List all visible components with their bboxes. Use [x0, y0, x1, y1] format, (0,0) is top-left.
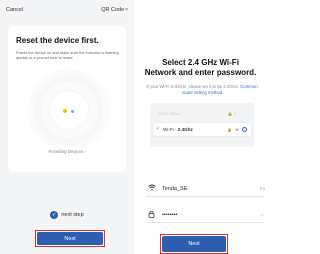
wifi-ssid-value: Tenda_SE	[162, 186, 188, 192]
next-button[interactable]: Next	[162, 236, 226, 252]
chevron-right-icon: ›	[84, 149, 86, 154]
lock-icon	[148, 210, 155, 220]
checkbox-checked-icon[interactable]: ✓	[50, 211, 59, 219]
wifi-5ghz-icons: 🔒 ≋ ⓘ	[227, 111, 242, 116]
indicator-light-icon	[71, 110, 74, 113]
eye-icon[interactable]: ◡	[260, 211, 264, 217]
indicator-light-icon	[63, 109, 67, 113]
resetting-device-illustration	[41, 82, 97, 138]
wifi-setup-screen: Select 2.4 GHz Wi-Fi Network and enter p…	[136, 0, 265, 254]
qr-code-button[interactable]: QR Code⌗	[101, 7, 128, 13]
wifi-band-hint: If your Wi-Fi is 5GHz, please set it to …	[142, 84, 262, 95]
wifi-24ghz-label: Wi-Fi - 2.4Ghz	[163, 127, 193, 132]
lock-icon-svg	[148, 210, 155, 218]
lock-icon: 🔒	[227, 127, 234, 132]
wifi-24ghz-row: ✓ Wi-Fi - 2.4Ghz 🔒 ≋ i	[153, 123, 251, 136]
info-icon: i	[242, 127, 247, 132]
page-title-line-2: Network and enter password.	[144, 68, 257, 77]
confirm-checkbox-row[interactable]: ✓ next step	[0, 211, 134, 219]
next-button-highlight: Next	[35, 230, 105, 247]
cancel-button[interactable]: Cancel	[6, 7, 23, 13]
wifi-band-illustration: Wi-Fi - 5Ghz 🔒 ≋ ⓘ ✓ Wi-Fi - 2.4Ghz 🔒 ≋ …	[150, 103, 254, 147]
resetting-devices-label: Resetting Devices	[48, 149, 83, 154]
check-icon: ✓	[156, 126, 161, 132]
wifi-24ghz-prefix: Wi-Fi -	[163, 127, 178, 132]
next-button[interactable]: Next	[37, 232, 103, 245]
reset-device-screen: Cancel QR Code⌗ Reset the device first. …	[0, 0, 134, 254]
confirm-checkbox-label: next step	[61, 212, 84, 218]
top-bar: Cancel QR Code⌗	[0, 0, 134, 20]
wifi-24ghz-band: 2.4Ghz	[177, 127, 193, 132]
wifi-ssid-field[interactable]: Tenda_SE Fo	[146, 181, 265, 197]
wifi-band-hint-text: If your Wi-Fi is 5GHz, please set it to …	[146, 84, 239, 89]
page-title-line-1: Select 2.4 GHz Wi-Fi	[162, 58, 239, 67]
wifi-icon	[148, 184, 156, 193]
reset-description: Power the device on and make sure the in…	[16, 50, 119, 61]
device-body	[50, 91, 88, 129]
resetting-devices-link[interactable]: Resetting Devices ›	[8, 149, 126, 154]
wifi-signal-icon: ≋	[235, 127, 240, 132]
qr-code-icon: ⌗	[125, 7, 128, 13]
wifi-password-value: ••••••••	[162, 212, 178, 218]
reset-instructions-card: Reset the device first. Power the device…	[8, 26, 126, 172]
page-title: Reset the device first.	[16, 36, 99, 45]
page-title: Select 2.4 GHz Wi-Fi Network and enter p…	[136, 58, 265, 78]
wifi-ssid-action[interactable]: Fo	[260, 186, 265, 191]
wifi-icon-svg	[148, 184, 156, 191]
wifi-5ghz-row: Wi-Fi - 5Ghz 🔒 ≋ ⓘ	[158, 111, 248, 120]
next-button-highlight: Next	[160, 234, 228, 254]
wifi-24ghz-icons: 🔒 ≋ i	[227, 127, 247, 132]
wifi-5ghz-label: Wi-Fi - 5Ghz	[158, 111, 181, 116]
qr-code-label: QR Code	[101, 7, 125, 13]
wifi-password-field[interactable]: •••••••• ◡	[146, 207, 265, 223]
